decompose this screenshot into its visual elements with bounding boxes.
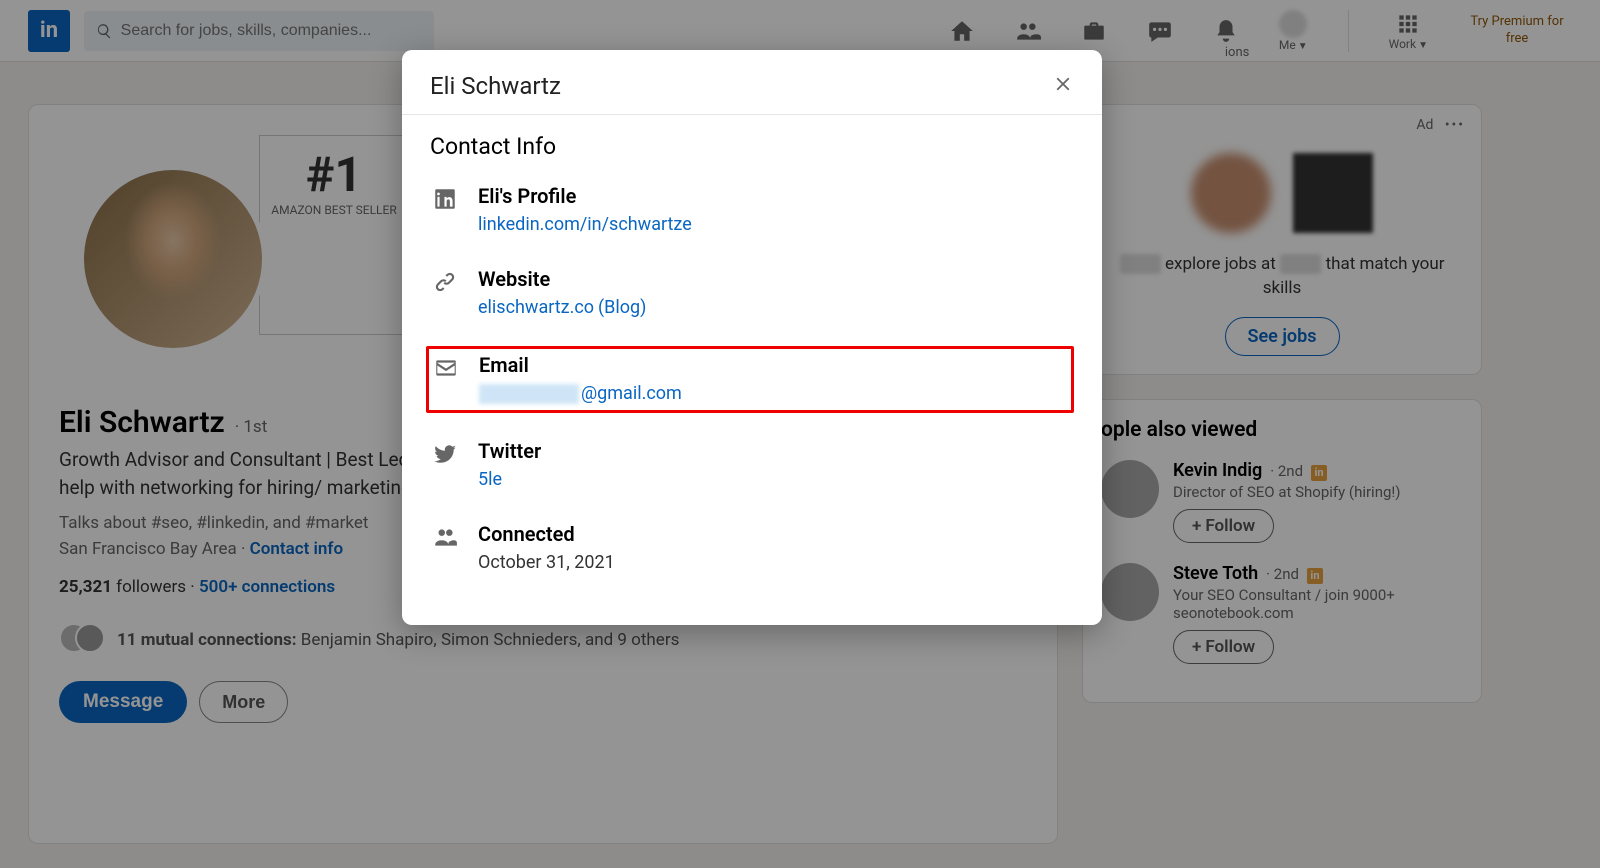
connected-date: October 31, 2021 — [478, 552, 615, 573]
mail-icon — [431, 353, 461, 381]
twitter-icon — [430, 439, 460, 467]
contact-twitter-row: Twitter 5le — [430, 435, 1074, 496]
contact-twitter-label: Twitter — [478, 439, 541, 463]
contact-email-row: Email @gmail.com — [426, 346, 1074, 413]
twitter-link[interactable]: 5le — [478, 469, 502, 490]
redacted-icon — [479, 384, 579, 404]
contact-email-label: Email — [479, 353, 682, 377]
email-link[interactable]: @gmail.com — [479, 383, 682, 404]
profile-url-link[interactable]: linkedin.com/in/schwartze — [478, 214, 692, 235]
contact-profile-row: Eli's Profile linkedin.com/in/schwartze — [430, 180, 1074, 241]
contact-website-row: Website elischwartz.co (Blog) — [430, 263, 1074, 324]
website-note: (Blog) — [598, 297, 646, 318]
close-icon — [1052, 73, 1074, 95]
modal-title: Eli Schwartz — [430, 72, 561, 100]
contact-connected-row: Connected October 31, 2021 — [430, 518, 1074, 579]
contact-website-label: Website — [478, 267, 646, 291]
contact-profile-label: Eli's Profile — [478, 184, 692, 208]
contact-info-heading: Contact Info — [430, 133, 1074, 160]
website-link[interactable]: elischwartz.co — [478, 297, 594, 318]
close-button[interactable] — [1052, 72, 1074, 100]
contact-info-modal: Eli Schwartz Contact Info Eli's Profile … — [402, 50, 1102, 625]
linkedin-icon — [430, 184, 460, 212]
link-icon — [430, 267, 460, 295]
email-suffix: @gmail.com — [581, 383, 682, 404]
contact-connected-label: Connected — [478, 522, 615, 546]
people-icon — [430, 522, 460, 550]
